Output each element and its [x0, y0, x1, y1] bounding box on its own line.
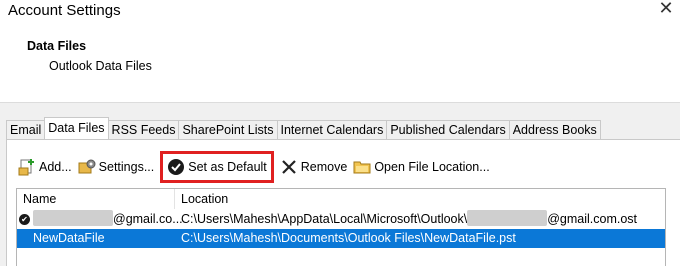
tab-rss-feeds[interactable]: RSS Feeds — [107, 120, 180, 139]
row-name: NewDataFile — [33, 231, 105, 245]
tab-data-files[interactable]: Data Files — [44, 117, 109, 139]
set-as-default-label: Set as Default — [188, 160, 267, 174]
title-bar: Account Settings ✕ — [0, 0, 680, 24]
section-title: Data Files — [27, 39, 87, 53]
remove-button[interactable]: Remove — [280, 156, 348, 178]
tab-sharepoint-lists[interactable]: SharePoint Lists — [178, 120, 278, 139]
column-header-name[interactable]: Name — [23, 189, 56, 209]
tab-internet-calendars[interactable]: Internet Calendars — [276, 120, 388, 139]
table-row[interactable]: NewDataFile C:\Users\Mahesh\Documents\Ou… — [17, 229, 665, 248]
row-location: C:\Users\Mahesh\AppData\Local\Microsoft\… — [181, 210, 638, 226]
tab-address-books[interactable]: Address Books — [508, 120, 601, 139]
row-name: @gmail.co... — [33, 210, 183, 229]
toolbar: Add... Settings... Set as Default Remove — [18, 151, 496, 183]
table-row[interactable]: ✔ @gmail.co... C:\Users\Mahesh\AppData\L… — [17, 210, 665, 229]
row-location: C:\Users\Mahesh\Documents\Outlook Files\… — [181, 231, 516, 245]
add-button[interactable]: Add... — [18, 156, 72, 178]
tab-strip: Email Data Files RSS Feeds SharePoint Li… — [6, 117, 601, 139]
section-subtitle: Outlook Data Files — [49, 59, 152, 73]
data-files-list[interactable]: Name Location ✔ @gmail.co... C:\Users\Ma… — [16, 188, 666, 266]
open-file-location-label: Open File Location... — [374, 160, 490, 174]
settings-button[interactable]: Settings... — [78, 156, 155, 178]
add-button-label: Add... — [39, 160, 72, 174]
column-header-location[interactable]: Location — [181, 189, 228, 209]
remove-x-icon — [280, 158, 298, 176]
redacted-block — [467, 210, 548, 226]
default-check-icon — [167, 158, 185, 176]
settings-button-label: Settings... — [98, 160, 155, 174]
redacted-block — [33, 210, 113, 226]
folder-icon — [353, 158, 371, 176]
window-title: Account Settings — [8, 2, 121, 19]
column-divider[interactable] — [174, 189, 175, 209]
set-as-default-button[interactable]: Set as Default — [160, 151, 274, 183]
close-icon[interactable]: ✕ — [656, 0, 676, 20]
open-file-location-button[interactable]: Open File Location... — [353, 156, 490, 178]
tab-email[interactable]: Email — [6, 120, 46, 139]
add-file-icon — [18, 158, 36, 176]
default-marker-icon: ✔ — [19, 214, 30, 225]
tab-published-calendars[interactable]: Published Calendars — [386, 120, 510, 139]
settings-icon — [78, 158, 96, 176]
remove-button-label: Remove — [300, 160, 348, 174]
